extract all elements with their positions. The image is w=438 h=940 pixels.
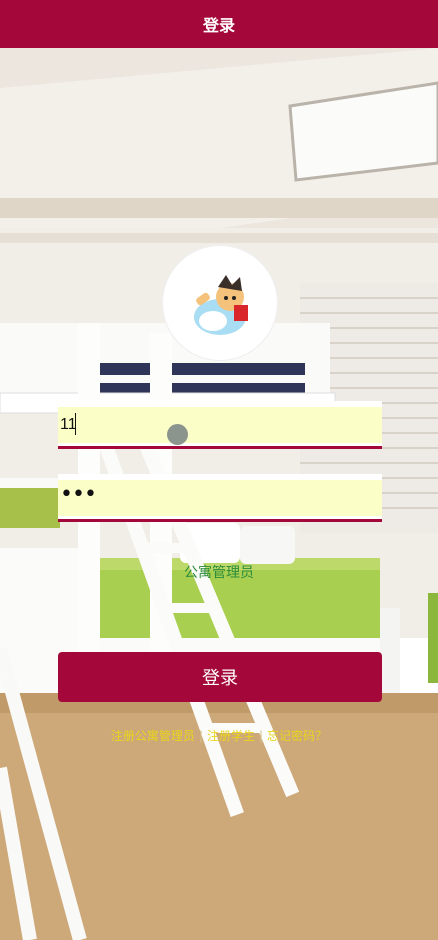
login-button[interactable]: 登录 (58, 652, 382, 702)
pointer-cursor-icon (167, 424, 188, 445)
page-title: 登录 (202, 16, 235, 35)
role-label[interactable]: 公寓管理员 (0, 562, 438, 582)
password-input[interactable] (58, 480, 382, 516)
username-input[interactable] (58, 407, 382, 443)
forgot-password-link[interactable]: 忘记密码？ (263, 729, 331, 743)
password-field[interactable]: ••• (58, 474, 382, 522)
cartoon-avatar-icon (194, 275, 248, 335)
register-manager-link[interactable]: 注册公寓管理员 (107, 729, 199, 743)
app-header: 登录 (0, 0, 438, 48)
username-field[interactable] (58, 401, 382, 449)
password-mask: ••• (60, 482, 97, 507)
footer-links: 注册公寓管理员 | 注册学生 | 忘记密码？ (0, 727, 438, 744)
avatar (162, 245, 278, 361)
register-student-link[interactable]: 注册学生 (203, 729, 259, 743)
text-caret (75, 413, 76, 435)
